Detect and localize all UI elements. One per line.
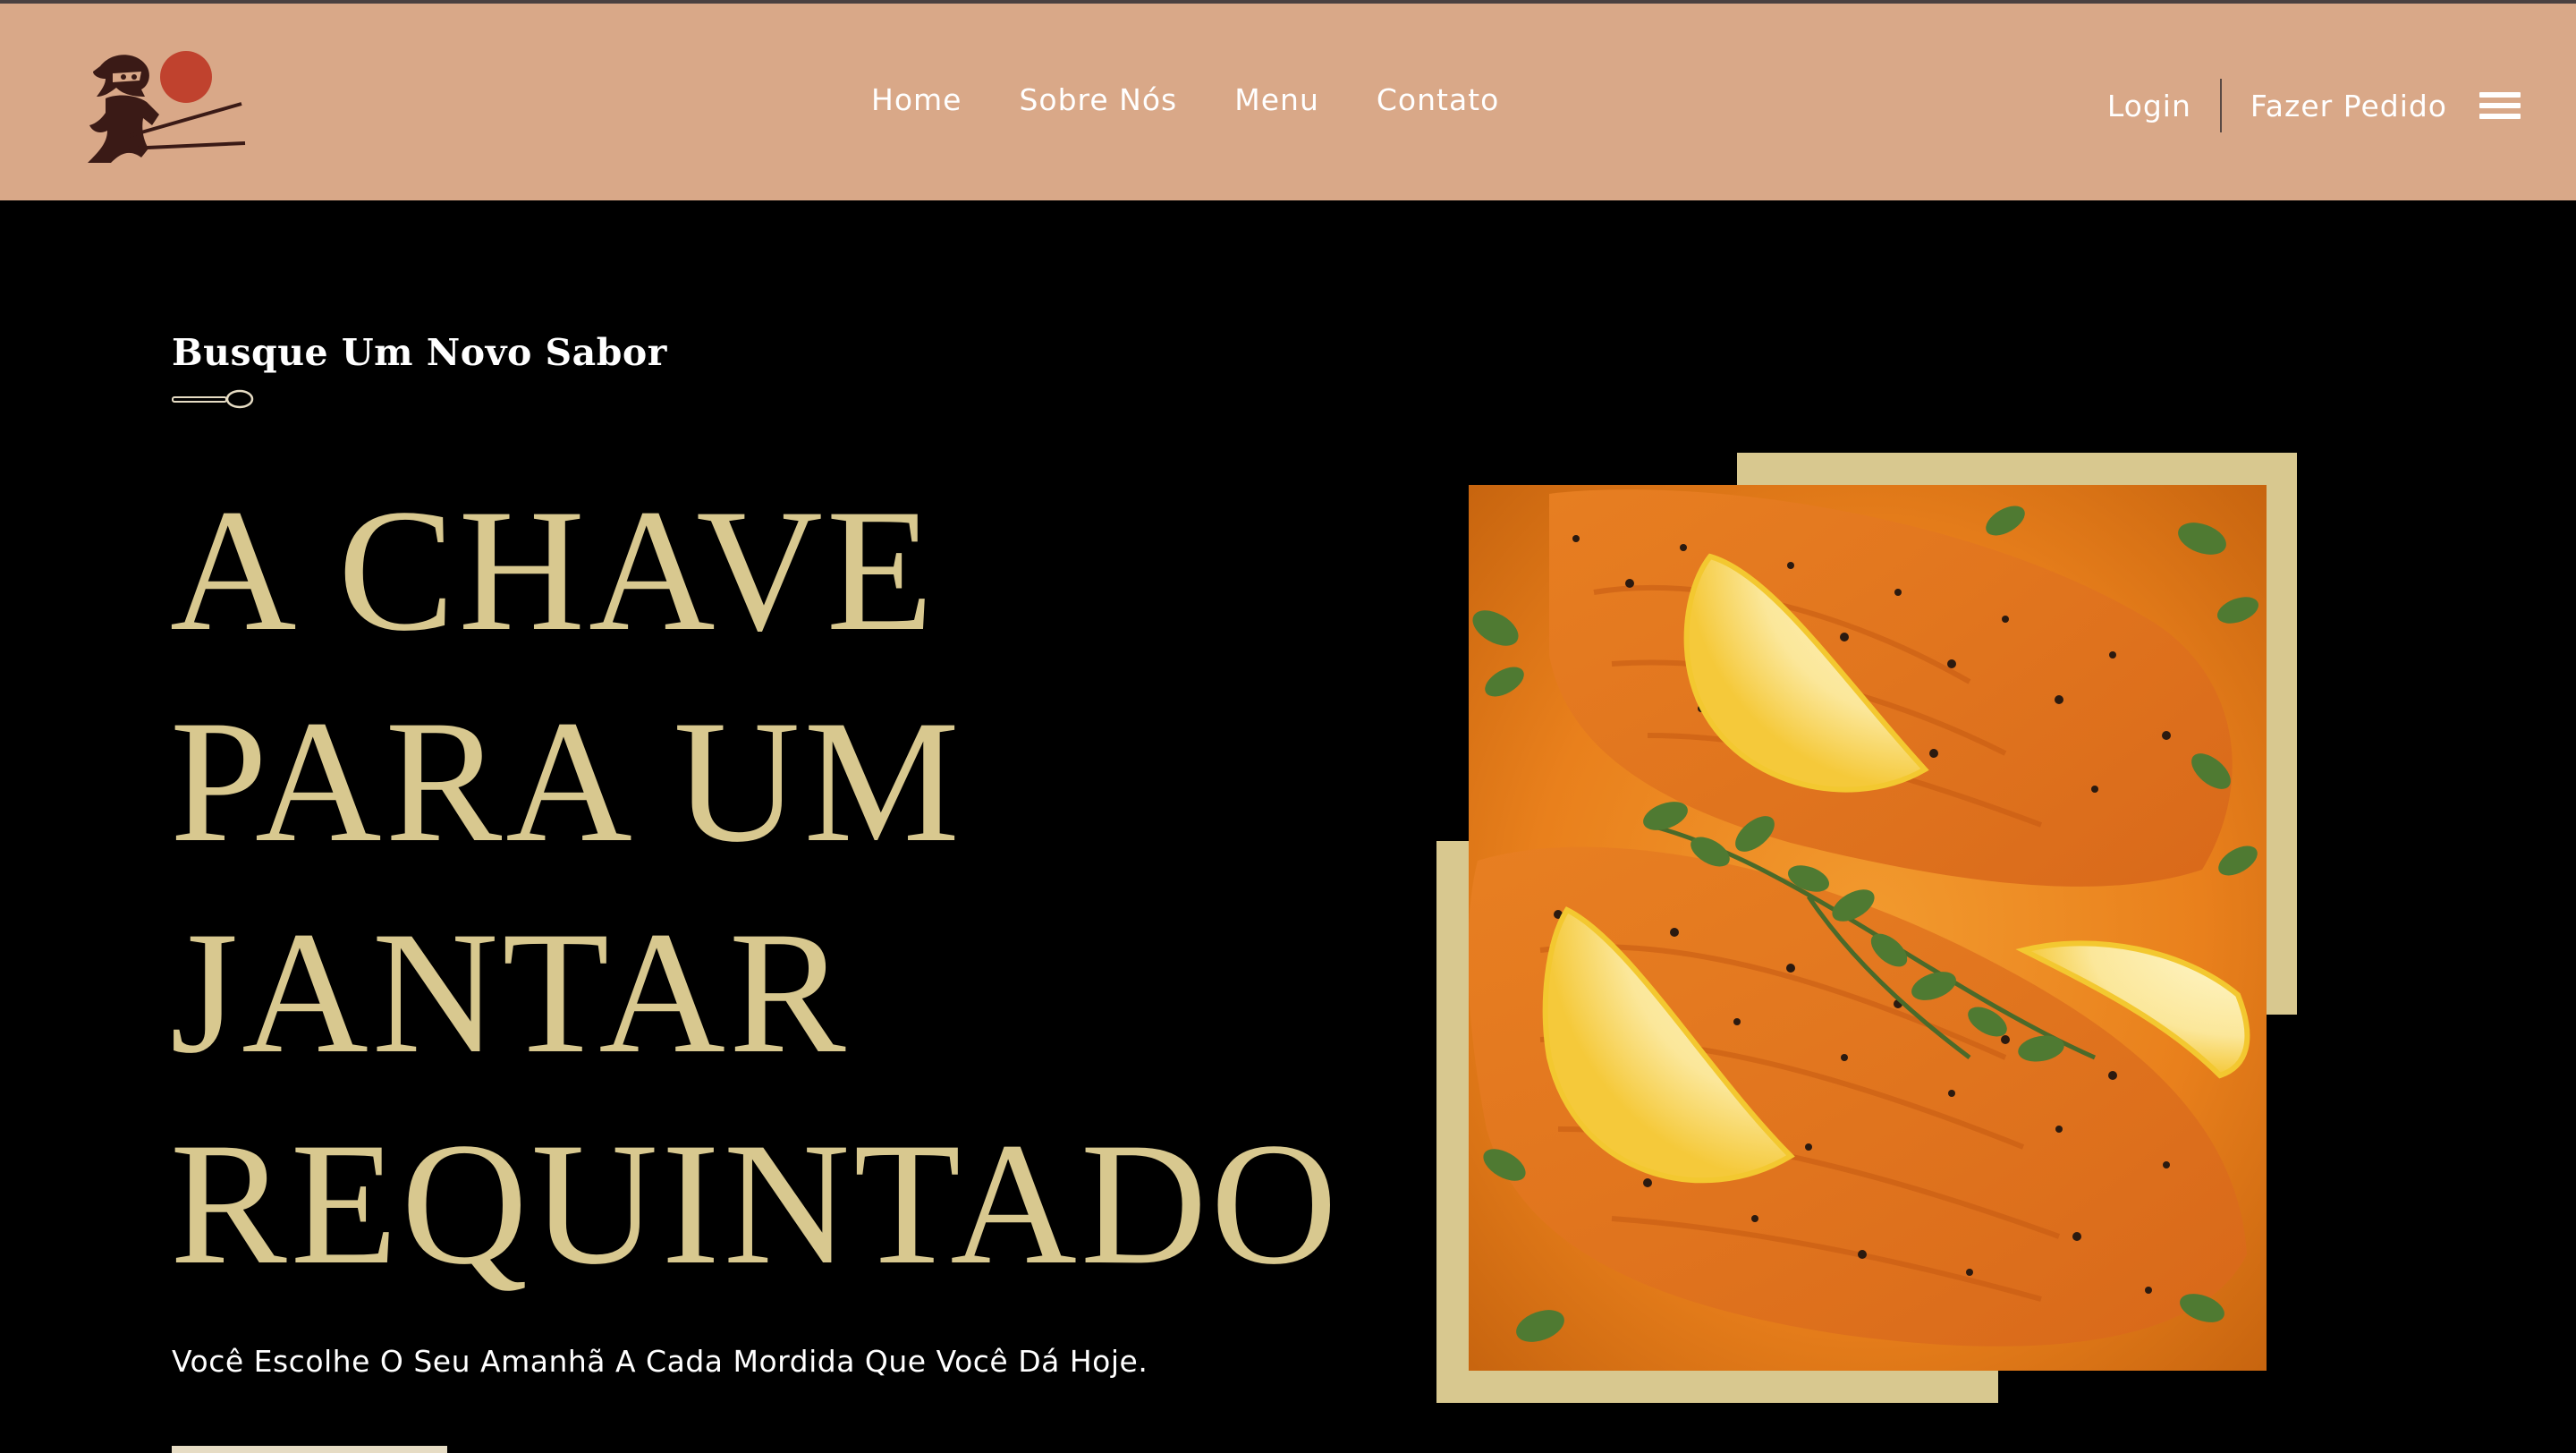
login-link[interactable]: Login (2107, 89, 2220, 123)
main-nav: Home Sobre Nós Menu Contato (871, 82, 1499, 117)
hero-subtitle: Você Escolhe O Seu Amanhã A Cada Mordida… (172, 1344, 1148, 1379)
hero-tagline: Busque Um Novo Sabor (172, 331, 667, 374)
headline-line: JANTAR (170, 896, 850, 1090)
cta-button[interactable] (172, 1446, 447, 1453)
nav-contato[interactable]: Contato (1377, 82, 1499, 117)
headline-line: PARA UM (170, 684, 963, 879)
order-link[interactable]: Fazer Pedido (2222, 89, 2447, 123)
headline-line: REQUINTADO (170, 1107, 1342, 1301)
spoon-icon (172, 389, 254, 409)
site-header: Home Sobre Nós Menu Contato Login Fazer … (0, 4, 2576, 200)
ninja-chopsticks-logo[interactable] (66, 43, 254, 177)
header-actions: Login Fazer Pedido (2107, 79, 2521, 132)
salmon-dish-image (1469, 485, 2267, 1371)
headline-line: A CHAVE (170, 473, 937, 667)
page: Home Sobre Nós Menu Contato Login Fazer … (0, 0, 2576, 1453)
hero-headline: A CHAVE PARA UM JANTAR REQUINTADO (170, 465, 1422, 1310)
nav-home[interactable]: Home (871, 82, 962, 117)
hamburger-icon[interactable] (2479, 89, 2521, 122)
nav-sobre-nos[interactable]: Sobre Nós (1019, 82, 1177, 117)
nav-menu[interactable]: Menu (1234, 82, 1319, 117)
